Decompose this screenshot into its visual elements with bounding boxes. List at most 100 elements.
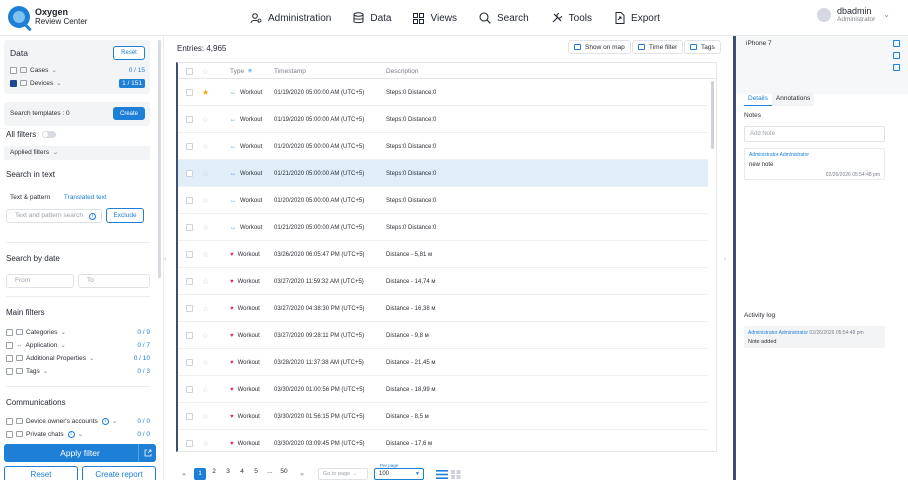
document-icon[interactable]: [893, 64, 900, 71]
info-icon[interactable]: i: [67, 430, 75, 438]
exclude-button[interactable]: Exclude: [106, 208, 144, 223]
table-row[interactable]: ☆ ↔ Workout 01/19/2020 05:00:00 AM (UTC+5) S…: [178, 106, 708, 133]
row-checkbox[interactable]: [186, 224, 193, 231]
star-icon[interactable]: ★: [202, 88, 209, 97]
tags-button[interactable]: Tags: [684, 40, 721, 54]
row-checkbox[interactable]: [186, 413, 193, 420]
row-checkbox[interactable]: [186, 197, 193, 204]
nav-views[interactable]: Views: [413, 12, 457, 24]
prev-page-button[interactable]: «: [178, 471, 190, 478]
star-icon[interactable]: ☆: [202, 439, 209, 448]
star-icon[interactable]: ☆: [202, 169, 209, 178]
page-button[interactable]: 1: [194, 468, 206, 480]
filter-categories[interactable]: Categories ⌄ 0 / 9: [6, 328, 150, 336]
table-row[interactable]: ☆ ♥ Workout 03/26/2020 06:05:47 PM (UTC+5) D…: [178, 241, 708, 268]
star-icon[interactable]: ☆: [202, 277, 209, 286]
all-filters-toggle[interactable]: [42, 131, 56, 138]
star-icon[interactable]: ☆: [202, 142, 209, 151]
show-on-map-button[interactable]: Show on map: [568, 40, 631, 54]
star-icon[interactable]: ☆: [202, 250, 209, 259]
star-icon[interactable]: ☆: [202, 331, 209, 340]
add-note-input[interactable]: Add Note: [744, 126, 885, 142]
table-row[interactable]: ☆ ↔ Workout 01/21/2020 05:00:00 AM (UTC+5) S…: [178, 160, 708, 187]
row-checkbox[interactable]: [186, 359, 193, 366]
next-page-button[interactable]: »: [296, 471, 308, 478]
nav-tools[interactable]: Tools: [551, 12, 592, 24]
column-timestamp[interactable]: Timestamp: [274, 63, 306, 79]
row-checkbox[interactable]: [186, 251, 193, 258]
star-icon[interactable]: ☆: [202, 196, 209, 205]
row-checkbox[interactable]: [186, 170, 193, 177]
star-header-icon[interactable]: ☆: [202, 67, 209, 76]
row-checkbox[interactable]: [186, 89, 193, 96]
page-button[interactable]: 50: [278, 468, 290, 480]
page-button[interactable]: 5: [250, 468, 262, 480]
create-template-button[interactable]: Create: [113, 107, 145, 120]
list-view-icon[interactable]: [436, 469, 448, 479]
page-button[interactable]: 4: [236, 468, 248, 480]
open-external-icon[interactable]: [893, 52, 900, 59]
open-external-icon[interactable]: [138, 444, 156, 462]
create-report-button[interactable]: Create report: [82, 466, 156, 480]
row-checkbox[interactable]: [186, 440, 193, 447]
apply-filter-button[interactable]: Apply filter: [4, 444, 156, 462]
collapse-right-icon[interactable]: ›: [724, 256, 726, 263]
row-checkbox[interactable]: [186, 143, 193, 150]
table-row[interactable]: ☆ ♥ Workout 03/30/2020 01:56:15 PM (UTC+5) D…: [178, 403, 708, 430]
sort-icon[interactable]: ≡: [248, 68, 252, 75]
app-logo[interactable]: Oxygen Review Center: [8, 6, 87, 28]
select-all-checkbox[interactable]: [186, 67, 193, 75]
table-row[interactable]: ☆ ♥ Workout 03/27/2020 09:28:11 PM (UTC+5) D…: [178, 322, 708, 349]
nav-data[interactable]: Data: [353, 12, 391, 24]
nav-search[interactable]: Search: [479, 12, 529, 24]
reset-button[interactable]: Reset: [4, 466, 78, 480]
row-checkbox[interactable]: [186, 278, 193, 285]
filter-application[interactable]: ↔ Application ⌄ 0 / 7: [6, 341, 150, 349]
tab-details[interactable]: Details: [744, 92, 772, 106]
table-row[interactable]: ☆ ♥ Workout 03/30/2020 03:09:45 PM (UTC+5) D…: [178, 430, 708, 451]
devices-checkbox[interactable]: [10, 79, 17, 87]
copy-icon[interactable]: [893, 40, 900, 47]
per-page-select[interactable]: Per page 100 ▼: [374, 463, 424, 480]
cases-row[interactable]: Cases ⌄: [10, 66, 57, 74]
page-button[interactable]: 2: [208, 468, 220, 480]
go-to-page-input[interactable]: Go to page →: [318, 468, 368, 480]
star-icon[interactable]: ☆: [202, 412, 209, 421]
text-pattern-search-input[interactable]: Text and pattern search i: [6, 209, 102, 223]
filter-device-owner-accounts[interactable]: Device owner's accounts i ⌄ 0 / 0: [6, 417, 150, 425]
tab-annotations[interactable]: Annotations: [771, 92, 815, 106]
nav-export[interactable]: Export: [614, 12, 660, 24]
table-scrollbar[interactable]: [711, 81, 714, 149]
filter-tags[interactable]: Tags ⌄ 0 / 3: [6, 367, 150, 375]
sidebar-scrollbar[interactable]: [158, 40, 161, 278]
tab-text-pattern[interactable]: Text & pattern: [4, 192, 56, 203]
nav-administration[interactable]: Administration: [250, 12, 331, 24]
table-row[interactable]: ☆ ♥ Workout 03/27/2020 11:59:32 AM (UTC+5) D…: [178, 268, 708, 295]
date-from-input[interactable]: From: [6, 274, 74, 288]
table-row[interactable]: ☆ ↔ Workout 01/21/2020 05:00:00 AM (UTC+5) S…: [178, 214, 708, 241]
table-row[interactable]: ★ ↔ Workout 01/19/2020 05:00:00 AM (UTC+5) S…: [178, 79, 708, 106]
page-button[interactable]: 3: [222, 468, 234, 480]
table-row[interactable]: ☆ ♥ Workout 03/28/2020 11:37:38 AM (UTC+5) D…: [178, 349, 708, 376]
devices-row[interactable]: Devices ⌄: [10, 79, 62, 87]
cases-checkbox[interactable]: [10, 66, 17, 74]
row-checkbox[interactable]: [186, 386, 193, 393]
star-icon[interactable]: ☆: [202, 358, 209, 367]
row-checkbox[interactable]: [186, 332, 193, 339]
time-filter-button[interactable]: Time filter: [632, 40, 684, 54]
date-to-input[interactable]: To: [78, 274, 150, 288]
filter-additional-properties[interactable]: Additional Properties ⌄ 0 / 10: [6, 354, 150, 362]
column-description[interactable]: Description: [386, 63, 419, 79]
page-button[interactable]: ...: [264, 468, 276, 480]
user-menu[interactable]: dbadmin Administrator ⌄: [817, 6, 890, 23]
star-icon[interactable]: ☆: [202, 304, 209, 313]
table-row[interactable]: ☆ ↔ Workout 01/20/2020 05:00:00 AM (UTC+5) S…: [178, 187, 708, 214]
table-row[interactable]: ☆ ↔ Workout 01/20/2020 05:00:00 AM (UTC+5) S…: [178, 133, 708, 160]
data-reset-button[interactable]: Reset: [113, 46, 145, 60]
grid-view-icon[interactable]: [451, 469, 461, 479]
row-checkbox[interactable]: [186, 116, 193, 123]
star-icon[interactable]: ☆: [202, 223, 209, 232]
info-icon[interactable]: i: [88, 213, 96, 220]
table-row[interactable]: ☆ ♥ Workout 03/27/2020 04:38:30 PM (UTC+5) D…: [178, 295, 708, 322]
row-checkbox[interactable]: [186, 305, 193, 312]
